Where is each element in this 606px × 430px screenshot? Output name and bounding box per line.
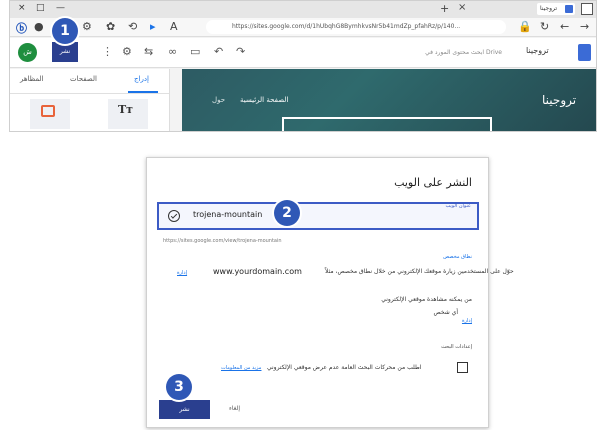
reload-icon[interactable]: ↻ — [540, 20, 549, 33]
redo-icon[interactable]: ↷ — [236, 45, 245, 58]
sites-doc-icon — [578, 44, 591, 61]
maximize-window-icon[interactable]: □ — [36, 3, 45, 13]
avatar[interactable]: ش — [18, 43, 37, 62]
refresh-ext-icon[interactable]: ⟲ — [128, 20, 137, 33]
nav-link-home[interactable]: الصفحة الرئيسية — [240, 96, 288, 104]
tab-title: تروجينا — [540, 5, 558, 12]
extensions-icon[interactable]: ⚙ — [82, 20, 92, 33]
tab-insert[interactable]: إدراج — [134, 75, 149, 83]
browser-window: × □ — + × تروجينا ⓑ ● ⚙ ✿ ⟲ ▸ A https://… — [9, 0, 597, 132]
viewers-value: أي شخص — [433, 309, 458, 316]
tab-pages[interactable]: الصفحات — [70, 75, 97, 83]
nav-link-more[interactable]: حول — [212, 96, 225, 104]
share-icon[interactable]: ⇆ — [144, 45, 153, 58]
back-icon[interactable]: ← — [560, 20, 569, 33]
collections-icon[interactable]: ✿ — [106, 20, 115, 33]
image-icon — [41, 105, 55, 117]
lock-icon: 🔒 — [518, 20, 532, 33]
site-title[interactable]: تروجينا — [526, 46, 549, 55]
learn-more-link[interactable]: مزيد من المعلومات — [221, 365, 261, 371]
step-marker-1: 1 — [52, 18, 78, 44]
web-address-field[interactable]: عنوان الويب — [157, 202, 479, 230]
address-bar-row: ⓑ ● ⚙ ✿ ⟲ ▸ A https://sites.google.com/d… — [10, 18, 596, 37]
step-marker-3: 3 — [166, 374, 192, 400]
custom-domain-manage-link[interactable]: إدارة — [177, 270, 187, 276]
more-options-icon[interactable]: ⋮ — [102, 45, 113, 58]
new-tab-icon[interactable]: + — [440, 2, 449, 15]
divider — [10, 93, 169, 94]
tab-themes[interactable]: المظاهر — [20, 75, 44, 83]
settings-icon[interactable]: ⚙ — [122, 45, 132, 58]
dialog-title: النشر على الويب — [394, 176, 472, 189]
drive-search-box[interactable]: ابحث محتوى المورد في Drive — [296, 45, 506, 60]
title-bar: × □ — + × تروجينا — [10, 1, 596, 18]
text-box-icon: Tт — [118, 103, 134, 116]
url-text: https://sites.google.com/d/1hUbqhG8Bymhk… — [232, 23, 461, 30]
profile-dot-icon[interactable]: ● — [34, 20, 44, 33]
custom-domain-example: www.yourdomain.com — [213, 267, 302, 276]
insert-panel: المظاهر الصفحات إدراج Tт — [10, 69, 170, 131]
cancel-button[interactable]: إلغاء — [229, 405, 240, 412]
search-settings-label: إعدادات البحث — [441, 344, 472, 350]
forward-icon[interactable]: → — [580, 20, 589, 33]
close-window-icon[interactable]: × — [18, 3, 26, 13]
read-aloud-icon[interactable]: A — [170, 20, 178, 33]
viewers-label: من يمكنه مشاهدة موقعي الإلكتروني — [381, 296, 472, 303]
link-icon[interactable]: ∞ — [168, 45, 177, 58]
publish-dialog: النشر على الويب عنوان الويب https://site… — [146, 157, 514, 428]
play-icon[interactable]: ▸ — [150, 20, 156, 33]
title-placeholder-box[interactable] — [282, 117, 492, 131]
tab-actions-icon[interactable] — [581, 3, 593, 15]
sites-toolbar: ش نشر ⋮ ⚙ ⇆ ∞ ▭ ↶ ↷ ابحث محتوى المورد في… — [10, 38, 596, 68]
custom-domain-label: نطاق مخصص — [443, 254, 472, 260]
publish-button[interactable]: نشر — [159, 400, 210, 419]
url-preview: https://sites.google.com/view/trojena-mo… — [163, 238, 282, 244]
edge-logo-icon: ⓑ — [16, 22, 27, 35]
viewers-manage-link[interactable]: إدارة — [462, 318, 472, 324]
url-field[interactable]: https://sites.google.com/d/1hUbqhG8Bymhk… — [206, 20, 506, 34]
site-header-preview: حول الصفحة الرئيسية تروجينا — [182, 69, 596, 131]
step-marker-2: 2 — [274, 200, 300, 226]
available-check-icon — [168, 210, 180, 222]
preview-icon[interactable]: ▭ — [190, 45, 200, 58]
publish-button-top[interactable]: نشر — [52, 42, 78, 62]
custom-domain-text: حوّل على المستخدمين زيارة موقعك الإلكترو… — [325, 268, 514, 275]
tab-close-icon[interactable]: × — [458, 2, 466, 13]
web-address-label: عنوان الويب — [445, 203, 471, 209]
search-settings-text: اطلب من محركات البحث العامة عدم عرض موقع… — [267, 364, 422, 371]
hero-title: تروجينا — [542, 93, 577, 107]
undo-icon[interactable]: ↶ — [214, 45, 223, 58]
sites-favicon-icon — [565, 5, 573, 13]
minimize-window-icon[interactable]: — — [56, 3, 65, 13]
hide-from-search-checkbox[interactable] — [457, 362, 468, 373]
